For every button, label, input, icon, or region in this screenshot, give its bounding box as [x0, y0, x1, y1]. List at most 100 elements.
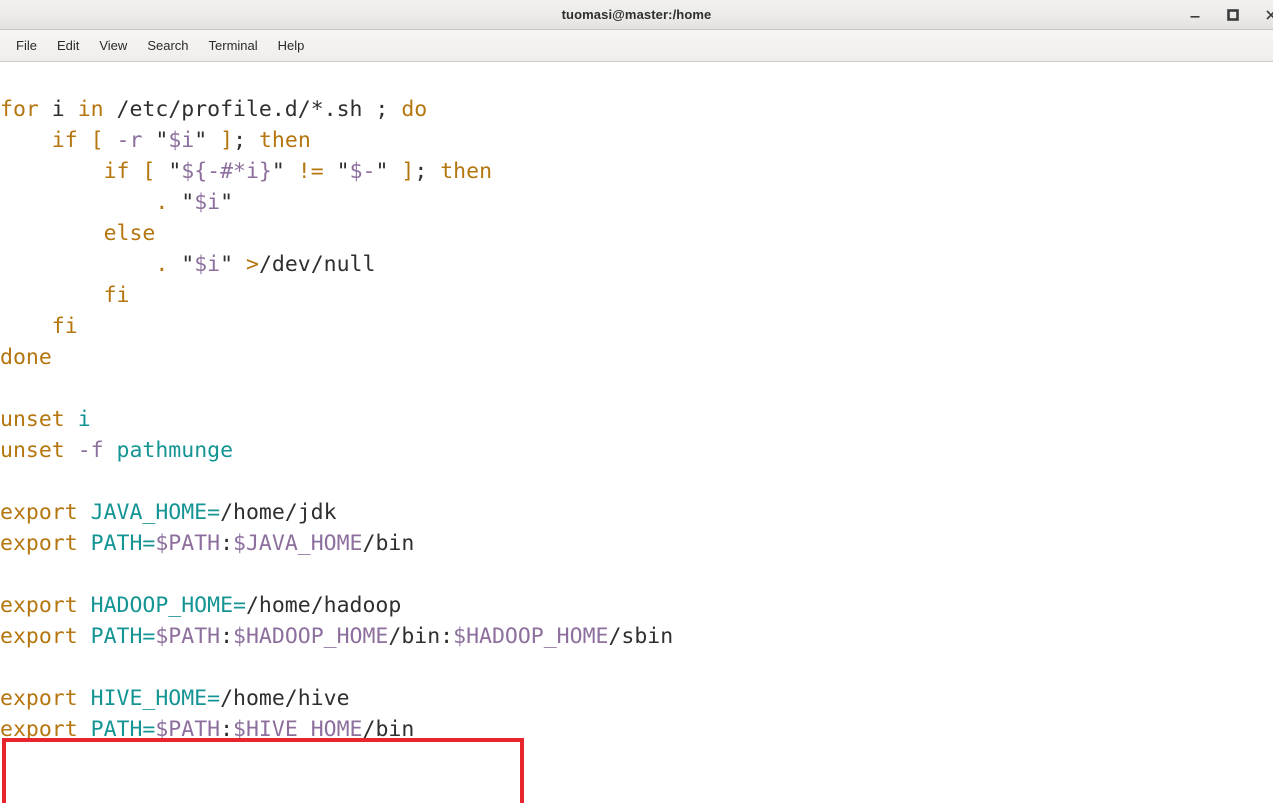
code-token: export [0, 531, 78, 556]
code-token: unset [0, 407, 65, 432]
code-token: " [271, 159, 285, 184]
code-token: i [51, 97, 65, 122]
code-token: : [220, 624, 234, 649]
menu-item-help[interactable]: Help [268, 35, 315, 56]
code-token: /sbin [608, 624, 674, 649]
code-token: unset [0, 438, 65, 463]
code-token: if [103, 159, 130, 184]
code-token: ] [401, 159, 415, 184]
window-controls [1187, 0, 1273, 30]
code-token: $HADOOP_HOME [233, 624, 389, 649]
code-token: " [168, 159, 182, 184]
editor-line: export HADOOP_HOME=/home/hadoop [0, 590, 673, 621]
minimize-icon[interactable] [1187, 7, 1203, 23]
code-token: PATH= [90, 717, 156, 742]
editor-line: export PATH=$PATH:$HADOOP_HOME/bin:$HADO… [0, 621, 673, 652]
code-token: /etc/profile.d/*.sh [103, 97, 376, 122]
code-token: $- [349, 159, 376, 184]
editor-line: if [ "${-#*i}" != "$-" ]; then [0, 156, 673, 187]
code-token: $HIVE_HOME [233, 717, 363, 742]
code-token: JAVA_HOME= [90, 500, 221, 525]
menu-item-terminal[interactable]: Terminal [199, 35, 268, 56]
code-token: if [51, 128, 78, 153]
menu-bar: File Edit View Search Terminal Help [0, 30, 1273, 62]
code-token: -r [116, 128, 143, 153]
code-token: > [246, 252, 259, 277]
code-token: /home/hadoop [245, 593, 402, 618]
maximize-icon[interactable] [1225, 7, 1241, 23]
code-token: " [220, 190, 234, 215]
editor-line: . "$i" [0, 187, 673, 218]
editor-line: . "$i" >/dev/null [0, 249, 673, 280]
code-token: . [155, 252, 169, 277]
editor-line: unset i [0, 404, 673, 435]
menu-item-edit[interactable]: Edit [47, 35, 89, 56]
menu-item-search[interactable]: Search [137, 35, 198, 56]
code-token: PATH= [90, 531, 156, 556]
editor-line: for i in /etc/profile.d/*.sh ; do [0, 94, 673, 125]
code-token: HIVE_HOME= [90, 686, 221, 711]
code-token: [ [90, 128, 104, 153]
code-token: $JAVA_HOME [233, 531, 363, 556]
editor-text: for i in /etc/profile.d/*.sh ; do if [ -… [0, 94, 673, 745]
window-titlebar[interactable]: tuomasi@master:/home [0, 0, 1273, 30]
close-icon[interactable] [1263, 7, 1273, 23]
code-token: done [0, 345, 52, 370]
code-token: : [220, 717, 234, 742]
editor-line: unset -f pathmunge [0, 435, 673, 466]
code-token: $i [194, 252, 221, 277]
code-token: != [297, 159, 324, 184]
terminal-screen[interactable]: for i in /etc/profile.d/*.sh ; do if [ -… [0, 62, 1273, 803]
code-token: i [77, 407, 91, 432]
code-token: /dev/null [258, 252, 376, 277]
terminal-window: tuomasi@master:/home File Edit View Sear… [0, 0, 1273, 803]
code-token: : [220, 531, 234, 556]
code-token: " [181, 190, 195, 215]
code-token: else [103, 221, 156, 246]
code-token: $PATH [155, 531, 221, 556]
code-token: " [220, 252, 234, 277]
code-token: $PATH [155, 717, 221, 742]
editor-line: done [0, 342, 673, 373]
code-token: $i [194, 190, 221, 215]
code-token: ; [414, 159, 428, 184]
menu-item-file[interactable]: File [6, 35, 47, 56]
code-token: do [401, 97, 428, 122]
code-token: PATH= [90, 624, 156, 649]
editor-line: if [ -r "$i" ]; then [0, 125, 673, 156]
code-token: export [0, 593, 78, 618]
menu-item-view[interactable]: View [89, 35, 137, 56]
code-token: /bin: [388, 624, 454, 649]
code-token: " [375, 159, 389, 184]
code-token: -f [77, 438, 104, 463]
